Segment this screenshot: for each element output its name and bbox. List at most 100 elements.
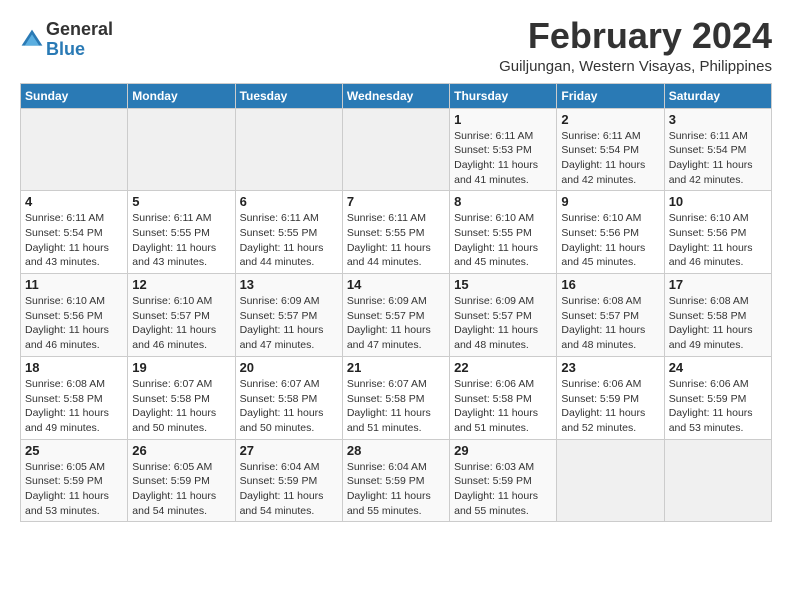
calendar-cell: 28 Sunrise: 6:04 AM Sunset: 5:59 PM Dayli… bbox=[342, 439, 449, 522]
calendar-cell: 18 Sunrise: 6:08 AM Sunset: 5:58 PM Dayli… bbox=[21, 356, 128, 439]
day-number: 13 bbox=[240, 277, 338, 292]
day-number: 18 bbox=[25, 360, 123, 375]
calendar-cell: 1 Sunrise: 6:11 AM Sunset: 5:53 PM Daylig… bbox=[450, 108, 557, 191]
day-info: Sunrise: 6:08 AM Sunset: 5:57 PM Dayligh… bbox=[561, 294, 659, 353]
day-number: 27 bbox=[240, 443, 338, 458]
calendar-cell: 24Sunrise: 6:06 AM Sunset: 5:59 PM Dayli… bbox=[664, 356, 771, 439]
calendar-cell: 20 Sunrise: 6:07 AM Sunset: 5:58 PM Dayli… bbox=[235, 356, 342, 439]
calendar-cell: 3 Sunrise: 6:11 AM Sunset: 5:54 PM Daylig… bbox=[664, 108, 771, 191]
calendar-week-5: 25Sunrise: 6:05 AM Sunset: 5:59 PM Dayli… bbox=[21, 439, 772, 522]
calendar-table: SundayMondayTuesdayWednesdayThursdayFrid… bbox=[20, 83, 772, 523]
calendar-cell: 26 Sunrise: 6:05 AM Sunset: 5:59 PM Dayli… bbox=[128, 439, 235, 522]
day-number: 12 bbox=[132, 277, 230, 292]
day-number: 28 bbox=[347, 443, 445, 458]
day-number: 15 bbox=[454, 277, 552, 292]
day-number: 22 bbox=[454, 360, 552, 375]
day-number: 24 bbox=[669, 360, 767, 375]
header-cell-tuesday: Tuesday bbox=[235, 83, 342, 108]
calendar-cell: 2 Sunrise: 6:11 AM Sunset: 5:54 PM Daylig… bbox=[557, 108, 664, 191]
calendar-cell: 29 Sunrise: 6:03 AM Sunset: 5:59 PM Dayli… bbox=[450, 439, 557, 522]
day-info: Sunrise: 6:07 AM Sunset: 5:58 PM Dayligh… bbox=[240, 377, 338, 436]
calendar-cell: 11 Sunrise: 6:10 AM Sunset: 5:56 PM Dayli… bbox=[21, 274, 128, 357]
calendar-cell: 9 Sunrise: 6:10 AM Sunset: 5:56 PM Daylig… bbox=[557, 191, 664, 274]
day-info: Sunrise: 6:05 AM Sunset: 5:59 PM Dayligh… bbox=[25, 460, 123, 519]
day-number: 17 bbox=[669, 277, 767, 292]
day-info: Sunrise: 6:10 AM Sunset: 5:56 PM Dayligh… bbox=[25, 294, 123, 353]
calendar-cell: 7Sunrise: 6:11 AM Sunset: 5:55 PM Daylig… bbox=[342, 191, 449, 274]
day-number: 10 bbox=[669, 194, 767, 209]
day-info: Sunrise: 6:11 AM Sunset: 5:55 PM Dayligh… bbox=[132, 211, 230, 270]
day-number: 29 bbox=[454, 443, 552, 458]
calendar-cell bbox=[235, 108, 342, 191]
header-cell-saturday: Saturday bbox=[664, 83, 771, 108]
day-number: 3 bbox=[669, 112, 767, 127]
day-info: Sunrise: 6:05 AM Sunset: 5:59 PM Dayligh… bbox=[132, 460, 230, 519]
calendar-cell: 10 Sunrise: 6:10 AM Sunset: 5:56 PM Dayli… bbox=[664, 191, 771, 274]
day-number: 23 bbox=[561, 360, 659, 375]
location-title: Guiljungan, Western Visayas, Philippines bbox=[499, 58, 772, 75]
day-number: 7 bbox=[347, 194, 445, 209]
calendar-cell: 25Sunrise: 6:05 AM Sunset: 5:59 PM Dayli… bbox=[21, 439, 128, 522]
day-number: 1 bbox=[454, 112, 552, 127]
calendar-cell: 21Sunrise: 6:07 AM Sunset: 5:58 PM Dayli… bbox=[342, 356, 449, 439]
logo-general: General bbox=[46, 20, 113, 40]
day-info: Sunrise: 6:09 AM Sunset: 5:57 PM Dayligh… bbox=[454, 294, 552, 353]
calendar-cell: 16 Sunrise: 6:08 AM Sunset: 5:57 PM Dayli… bbox=[557, 274, 664, 357]
calendar-week-1: 1 Sunrise: 6:11 AM Sunset: 5:53 PM Daylig… bbox=[21, 108, 772, 191]
calendar-cell: 15 Sunrise: 6:09 AM Sunset: 5:57 PM Dayli… bbox=[450, 274, 557, 357]
day-info: Sunrise: 6:06 AM Sunset: 5:59 PM Dayligh… bbox=[561, 377, 659, 436]
title-area: February 2024 Guiljungan, Western Visaya… bbox=[499, 16, 772, 75]
day-info: Sunrise: 6:10 AM Sunset: 5:55 PM Dayligh… bbox=[454, 211, 552, 270]
calendar-cell: 19 Sunrise: 6:07 AM Sunset: 5:58 PM Dayli… bbox=[128, 356, 235, 439]
logo-icon bbox=[20, 28, 44, 52]
calendar-cell bbox=[128, 108, 235, 191]
day-number: 20 bbox=[240, 360, 338, 375]
header-row: SundayMondayTuesdayWednesdayThursdayFrid… bbox=[21, 83, 772, 108]
calendar-cell: 12 Sunrise: 6:10 AM Sunset: 5:57 PM Dayli… bbox=[128, 274, 235, 357]
day-info: Sunrise: 6:04 AM Sunset: 5:59 PM Dayligh… bbox=[347, 460, 445, 519]
header-cell-monday: Monday bbox=[128, 83, 235, 108]
day-number: 9 bbox=[561, 194, 659, 209]
day-info: Sunrise: 6:10 AM Sunset: 5:57 PM Dayligh… bbox=[132, 294, 230, 353]
calendar-cell: 22 Sunrise: 6:06 AM Sunset: 5:58 PM Dayli… bbox=[450, 356, 557, 439]
calendar-cell: 23 Sunrise: 6:06 AM Sunset: 5:59 PM Dayli… bbox=[557, 356, 664, 439]
month-title: February 2024 bbox=[499, 16, 772, 56]
day-info: Sunrise: 6:06 AM Sunset: 5:58 PM Dayligh… bbox=[454, 377, 552, 436]
day-number: 11 bbox=[25, 277, 123, 292]
calendar-cell: 17 Sunrise: 6:08 AM Sunset: 5:58 PM Dayli… bbox=[664, 274, 771, 357]
day-number: 19 bbox=[132, 360, 230, 375]
calendar-cell bbox=[664, 439, 771, 522]
header-cell-wednesday: Wednesday bbox=[342, 83, 449, 108]
day-info: Sunrise: 6:08 AM Sunset: 5:58 PM Dayligh… bbox=[669, 294, 767, 353]
day-info: Sunrise: 6:07 AM Sunset: 5:58 PM Dayligh… bbox=[132, 377, 230, 436]
day-number: 16 bbox=[561, 277, 659, 292]
logo-text: General Blue bbox=[46, 20, 113, 60]
calendar-week-4: 18 Sunrise: 6:08 AM Sunset: 5:58 PM Dayli… bbox=[21, 356, 772, 439]
calendar-cell bbox=[557, 439, 664, 522]
day-info: Sunrise: 6:03 AM Sunset: 5:59 PM Dayligh… bbox=[454, 460, 552, 519]
logo: General Blue bbox=[20, 20, 113, 60]
day-info: Sunrise: 6:11 AM Sunset: 5:53 PM Dayligh… bbox=[454, 129, 552, 188]
header-cell-friday: Friday bbox=[557, 83, 664, 108]
day-info: Sunrise: 6:11 AM Sunset: 5:54 PM Dayligh… bbox=[669, 129, 767, 188]
day-info: Sunrise: 6:08 AM Sunset: 5:58 PM Dayligh… bbox=[25, 377, 123, 436]
day-info: Sunrise: 6:10 AM Sunset: 5:56 PM Dayligh… bbox=[561, 211, 659, 270]
day-number: 4 bbox=[25, 194, 123, 209]
day-number: 2 bbox=[561, 112, 659, 127]
day-info: Sunrise: 6:09 AM Sunset: 5:57 PM Dayligh… bbox=[347, 294, 445, 353]
day-info: Sunrise: 6:10 AM Sunset: 5:56 PM Dayligh… bbox=[669, 211, 767, 270]
calendar-cell bbox=[21, 108, 128, 191]
header-cell-thursday: Thursday bbox=[450, 83, 557, 108]
header: General Blue February 2024 Guiljungan, W… bbox=[20, 16, 772, 75]
calendar-cell: 13 Sunrise: 6:09 AM Sunset: 5:57 PM Dayli… bbox=[235, 274, 342, 357]
day-info: Sunrise: 6:11 AM Sunset: 5:54 PM Dayligh… bbox=[561, 129, 659, 188]
day-info: Sunrise: 6:09 AM Sunset: 5:57 PM Dayligh… bbox=[240, 294, 338, 353]
calendar-week-3: 11 Sunrise: 6:10 AM Sunset: 5:56 PM Dayli… bbox=[21, 274, 772, 357]
calendar-week-2: 4 Sunrise: 6:11 AM Sunset: 5:54 PM Daylig… bbox=[21, 191, 772, 274]
day-info: Sunrise: 6:04 AM Sunset: 5:59 PM Dayligh… bbox=[240, 460, 338, 519]
day-info: Sunrise: 6:11 AM Sunset: 5:55 PM Dayligh… bbox=[240, 211, 338, 270]
day-number: 8 bbox=[454, 194, 552, 209]
day-info: Sunrise: 6:11 AM Sunset: 5:54 PM Dayligh… bbox=[25, 211, 123, 270]
day-number: 26 bbox=[132, 443, 230, 458]
day-number: 6 bbox=[240, 194, 338, 209]
